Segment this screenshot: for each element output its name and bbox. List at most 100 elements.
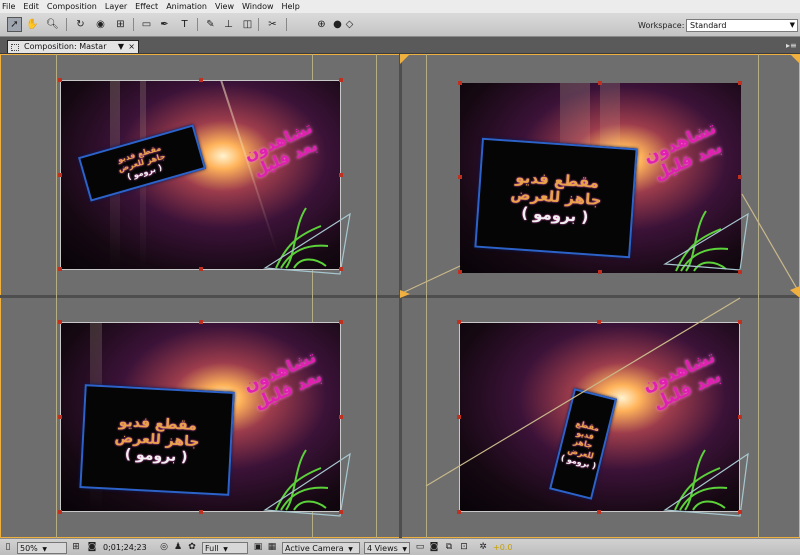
views-value: 4 Views [367, 544, 398, 553]
menu-file[interactable]: File [2, 2, 15, 11]
toolbar-separator [66, 18, 67, 31]
layer-handle[interactable] [458, 270, 462, 274]
view-select[interactable]: Active Camera ▼ [282, 542, 360, 554]
workspace-select[interactable]: Standard ▼ [686, 19, 798, 32]
timeline-icon[interactable]: ⧉ [443, 542, 455, 554]
menu-effect[interactable]: Effect [135, 2, 158, 11]
menu-layer[interactable]: Layer [105, 2, 127, 11]
chevron-down-icon[interactable]: ▼ [118, 41, 124, 53]
menu-animation[interactable]: Animation [166, 2, 207, 11]
pen-tool-icon[interactable]: ✒ [157, 17, 172, 32]
layer-handle[interactable] [738, 320, 742, 324]
axis-world-icon[interactable]: ◇ [342, 17, 357, 32]
layer-handle[interactable] [58, 415, 62, 419]
magnification-value: 50% [20, 544, 38, 553]
menu-help[interactable]: Help [282, 2, 300, 11]
tab-composition-label: Composition: Mastar [24, 42, 107, 51]
layer-handle[interactable] [457, 320, 461, 324]
hand-tool-icon[interactable]: ✋ [25, 17, 40, 32]
layer-handle[interactable] [58, 320, 62, 324]
show-snapshot-icon[interactable]: ♟ [172, 542, 184, 554]
zoom-tool-icon[interactable]: 🔍︎ [45, 17, 60, 32]
viewer-status-bar: ▯ 50% ▼ ⊞ ◙ 0;01;24;23 ◎ ♟ ✿ Full ▼ ▣ ▦ … [0, 538, 800, 555]
grid-icon[interactable]: ⊞ [70, 542, 82, 554]
layer-handle[interactable] [339, 78, 343, 82]
camera-wireframe [263, 54, 800, 517]
layer-handle[interactable] [58, 510, 62, 514]
layer-handle[interactable] [58, 78, 62, 82]
toolbar-separator [197, 18, 198, 31]
resolution-select[interactable]: Full ▼ [202, 542, 248, 554]
type-tool-icon[interactable]: T [177, 17, 192, 32]
exposure-value[interactable]: +0.0 [493, 542, 512, 553]
panel-tab-bar: Composition: Mastar ▼ × ▸≡ [0, 37, 800, 54]
snapshot-icon[interactable]: ◙ [86, 542, 98, 554]
layer-handle[interactable] [458, 175, 462, 179]
menu-bar: File Edit Composition Layer Effect Anima… [0, 0, 800, 13]
layer-handle[interactable] [339, 510, 343, 514]
orbit-camera-tool-icon[interactable]: ◉ [93, 17, 108, 32]
toolbar-separator [258, 18, 259, 31]
always-preview-icon[interactable]: ▯ [2, 542, 14, 554]
layer-handle[interactable] [58, 267, 62, 271]
view-value: Active Camera [285, 544, 344, 553]
layer-handle[interactable] [199, 510, 203, 514]
axis-mode-icon[interactable]: ⊕ [314, 17, 329, 32]
timecode[interactable]: 0;01;24;23 [103, 542, 147, 554]
color-channel-icon[interactable]: ✿ [186, 542, 198, 554]
tools-toolbar: ➚ ✋ 🔍︎ ↻ ◉ ⊞ ▭ ✒ T ✎ ⊥ ◫ ✂ ⊕ ● ◇ Workspa… [0, 13, 800, 37]
layer-handle[interactable] [738, 270, 742, 274]
layer-handle[interactable] [597, 320, 601, 324]
layer-handle[interactable] [738, 81, 742, 85]
panel-grip-icon[interactable] [11, 44, 19, 51]
layer-handle[interactable] [457, 510, 461, 514]
eraser-tool-icon[interactable]: ◫ [240, 17, 255, 32]
layer-handle[interactable] [738, 175, 742, 179]
chevron-down-icon: ▼ [223, 546, 228, 553]
region-of-interest-icon[interactable]: ▣ [252, 542, 264, 554]
layer-handle[interactable] [199, 320, 203, 324]
menu-composition[interactable]: Composition [47, 2, 97, 11]
layer-handle[interactable] [598, 81, 602, 85]
layer-handle[interactable] [738, 415, 742, 419]
layer-handle[interactable] [339, 320, 343, 324]
menu-view[interactable]: View [215, 2, 234, 11]
layer-handle[interactable] [339, 267, 343, 271]
layer-handle[interactable] [598, 270, 602, 274]
panel-menu-icon[interactable]: ▸≡ [786, 41, 797, 51]
reset-exposure-icon[interactable]: ✲ [477, 542, 489, 554]
magnification-select[interactable]: 50% ▼ [17, 542, 67, 554]
menu-window[interactable]: Window [242, 2, 274, 11]
close-icon[interactable]: × [128, 41, 135, 53]
layer-handle[interactable] [597, 510, 601, 514]
rectangle-mask-tool-icon[interactable]: ▭ [139, 17, 154, 32]
layer-handle[interactable] [199, 78, 203, 82]
layer-handle[interactable] [339, 415, 343, 419]
flowchart-icon[interactable]: ⊡ [458, 542, 470, 554]
fast-previews-icon[interactable]: ◙ [428, 542, 440, 554]
layer-handle[interactable] [58, 173, 62, 177]
pan-behind-tool-icon[interactable]: ⊞ [113, 17, 128, 32]
resolution-value: Full [205, 544, 219, 553]
layer-handle[interactable] [458, 81, 462, 85]
camera-icon[interactable]: ◎ [158, 542, 170, 554]
workspace-label: Workspace: [638, 21, 685, 30]
toggle-pixel-aspect-icon[interactable]: ▭ [414, 542, 426, 554]
tab-composition[interactable]: Composition: Mastar ▼ × [7, 40, 139, 53]
toolbar-separator [286, 18, 287, 31]
chevron-down-icon: ▼ [42, 546, 47, 553]
puppet-pin-tool-icon[interactable]: ✂ [265, 17, 280, 32]
layer-handle[interactable] [339, 173, 343, 177]
clone-stamp-tool-icon[interactable]: ⊥ [221, 17, 236, 32]
selection-tool-icon[interactable]: ➚ [7, 17, 22, 32]
chevron-down-icon: ▼ [789, 21, 795, 29]
brush-tool-icon[interactable]: ✎ [203, 17, 218, 32]
layer-handle[interactable] [738, 510, 742, 514]
layer-handle[interactable] [199, 267, 203, 271]
menu-edit[interactable]: Edit [23, 2, 39, 11]
transparency-grid-icon[interactable]: ▦ [266, 542, 278, 554]
workspace-value: Standard [690, 21, 727, 30]
layer-handle[interactable] [457, 415, 461, 419]
views-layout-select[interactable]: 4 Views ▼ [364, 542, 410, 554]
rotation-tool-icon[interactable]: ↻ [73, 17, 88, 32]
